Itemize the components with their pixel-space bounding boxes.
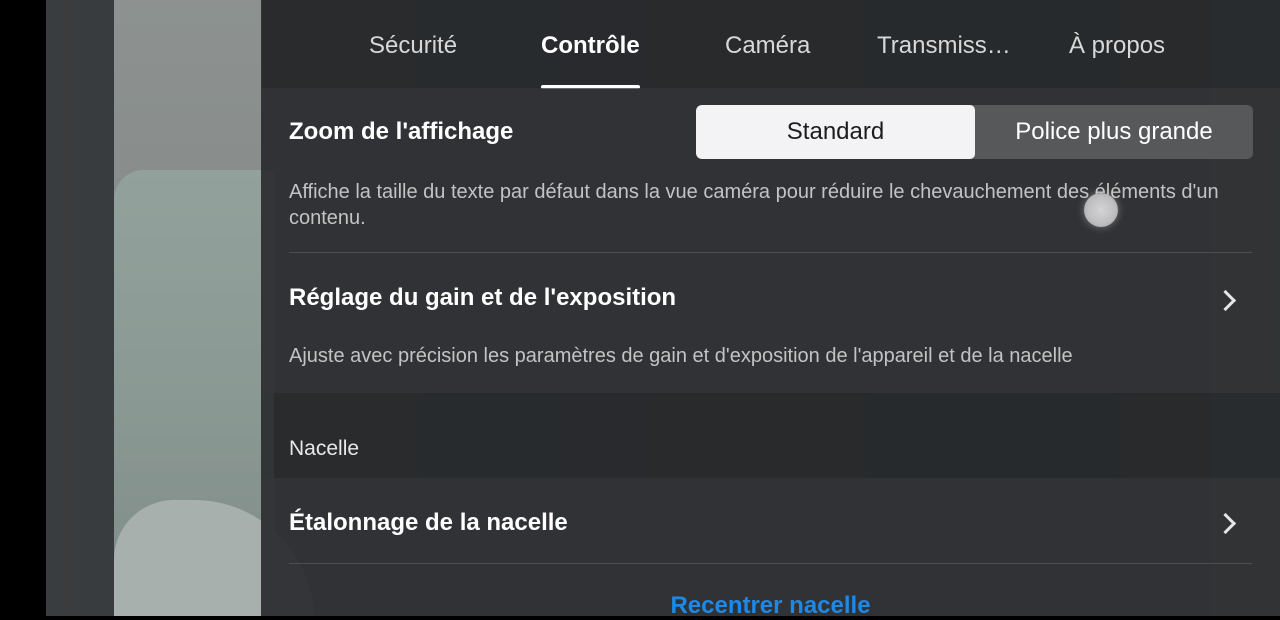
gain-exposure-description: Ajuste avec précision les paramètres de … — [289, 345, 1073, 367]
gain-exposure-row[interactable]: Réglage du gain et de l'exposition Ajust… — [261, 253, 1280, 393]
tab-securite[interactable]: Sécurité — [369, 28, 457, 68]
tab-label: Contrôle — [541, 32, 640, 59]
tab-label: Caméra — [725, 32, 811, 59]
chevron-right-icon — [1214, 512, 1237, 535]
tab-controle[interactable]: Contrôle — [541, 28, 640, 89]
segment-standard[interactable]: Standard — [696, 105, 975, 159]
tab-bar: Sécurité Contrôle Caméra Transmiss… À pr… — [261, 0, 1280, 89]
tab-transmission[interactable]: Transmiss… — [877, 28, 1011, 68]
touch-indicator — [1084, 193, 1118, 227]
tab-a-propos[interactable]: À propos — [1069, 28, 1165, 68]
tab-label: Transmiss… — [877, 32, 1011, 59]
gimbal-calibration-title: Étalonnage de la nacelle — [289, 509, 568, 536]
settings-panel: Sécurité Contrôle Caméra Transmiss… À pr… — [261, 0, 1280, 619]
tab-camera[interactable]: Caméra — [725, 28, 810, 68]
divider — [289, 563, 1252, 564]
tab-label: Sécurité — [369, 32, 458, 59]
chevron-right-icon — [1214, 289, 1237, 312]
display-zoom-title: Zoom de l'affichage — [289, 118, 514, 145]
tab-label: À propos — [1069, 32, 1166, 59]
gimbal-section-header: Nacelle — [289, 437, 360, 460]
gain-exposure-title: Réglage du gain et de l'exposition — [289, 284, 677, 311]
gimbal-calibration-row[interactable]: Étalonnage de la nacelle — [261, 478, 1280, 563]
control-settings-block: Zoom de l'affichage Standard Police plus… — [261, 88, 1280, 393]
display-zoom-segmented-control: Standard Police plus grande — [696, 105, 1253, 159]
segment-larger-font[interactable]: Police plus grande — [975, 105, 1253, 159]
